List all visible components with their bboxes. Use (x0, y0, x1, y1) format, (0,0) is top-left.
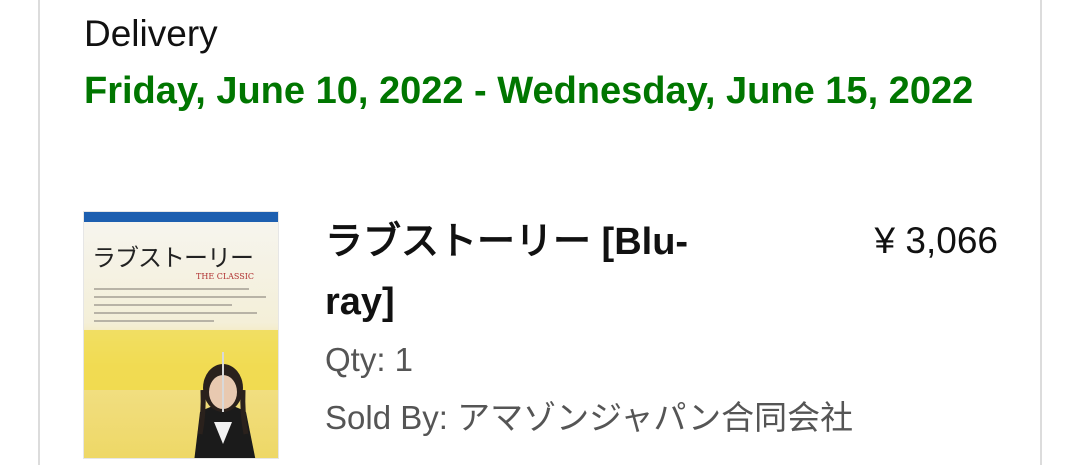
order-details-page: Delivery Friday, June 10, 2022 - Wednesd… (0, 0, 1080, 465)
product-thumbnail[interactable]: ラブストーリー THE CLASSIC (84, 212, 278, 458)
bluray-banner (84, 212, 278, 222)
product-title-link[interactable]: ラブストーリー [Blu-ray] (325, 212, 745, 332)
product-quantity: Qty: 1 (325, 341, 414, 378)
cover-title: ラブストーリー (92, 244, 254, 272)
sold-by: Sold By: アマゾンジャパン合同会社 (325, 399, 854, 436)
cover-subtitle: THE CLASSIC (196, 272, 255, 281)
cover-credits (94, 288, 266, 328)
delivery-date-range: Friday, June 10, 2022 - Wednesday, June … (84, 70, 974, 112)
cover-figure-image (194, 352, 256, 458)
delivery-label: Delivery (84, 13, 218, 54)
product-price: ¥ 3,066 (874, 220, 998, 261)
